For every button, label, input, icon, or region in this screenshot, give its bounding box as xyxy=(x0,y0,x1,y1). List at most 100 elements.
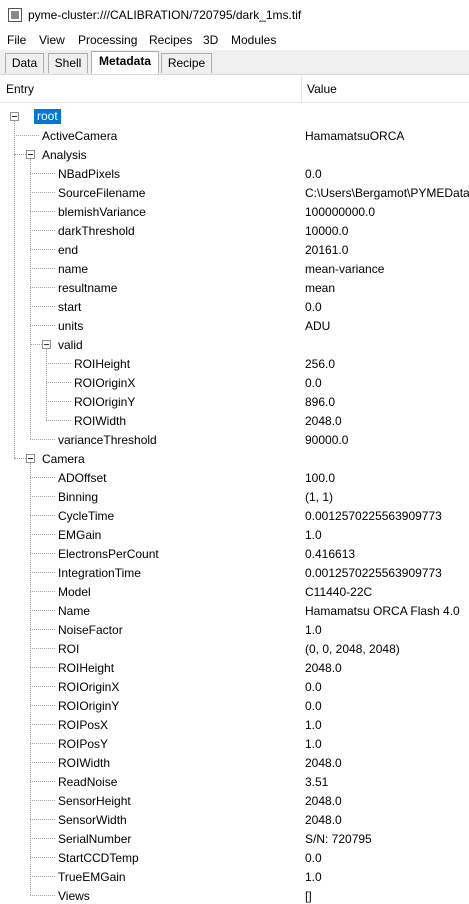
tree-connector xyxy=(30,496,55,497)
value-label: 0.416613 xyxy=(305,547,356,561)
tree-row-trueemgain[interactable]: TrueEMGain 1.0 xyxy=(0,867,469,886)
tree-row-roiwidth[interactable]: ROIWidth 2048.0 xyxy=(0,753,469,772)
entry-label: units xyxy=(58,319,84,333)
tree-row-adoffset[interactable]: ADOffset 100.0 xyxy=(0,468,469,487)
value-label: 2048.0 xyxy=(305,661,342,675)
tree-row-model[interactable]: Model C11440-22C xyxy=(0,582,469,601)
collapse-icon[interactable] xyxy=(26,150,35,159)
collapse-icon[interactable] xyxy=(26,454,35,463)
value-label: 896.0 xyxy=(305,395,336,409)
tree-connector xyxy=(30,249,55,250)
value-label: 0.0 xyxy=(305,699,322,713)
entry-label: EMGain xyxy=(58,528,102,542)
tree-row-roiposy[interactable]: ROIPosY 1.0 xyxy=(0,734,469,753)
tree-connector xyxy=(30,439,55,440)
collapse-icon[interactable] xyxy=(42,340,51,349)
column-header-entry[interactable]: Entry xyxy=(6,82,34,96)
tree-connector xyxy=(30,477,55,478)
tree-row-name[interactable]: name mean-variance xyxy=(0,259,469,278)
metadata-tree[interactable]: root ActiveCamera HamamatsuORCA Analysis NBa… xyxy=(0,106,469,904)
value-label: 1.0 xyxy=(305,718,322,732)
entry-label: name xyxy=(58,262,89,276)
tree-row-valid[interactable]: valid xyxy=(0,335,469,354)
tree-row-sourcefilename[interactable]: SourceFilename C:\Users\Bergamot\PYMEData… xyxy=(0,183,469,202)
tab-data[interactable]: Data xyxy=(5,53,44,73)
tree-row-noisefactor[interactable]: NoiseFactor 1.0 xyxy=(0,620,469,639)
menu-modules[interactable]: Modules xyxy=(231,33,276,47)
entry-label: start xyxy=(58,300,82,314)
entry-label: ROIPosY xyxy=(58,737,109,751)
tree-row-analysis[interactable]: Analysis xyxy=(0,145,469,164)
tree-row-roi[interactable]: ROI (0, 0, 2048, 2048) xyxy=(0,639,469,658)
value-label: 100000000.0 xyxy=(305,205,376,219)
tab-recipe[interactable]: Recipe xyxy=(161,53,212,73)
tree-connector xyxy=(30,306,55,307)
entry-label: SerialNumber xyxy=(58,832,132,846)
menu-3d[interactable]: 3D xyxy=(203,33,218,47)
value-label: 1.0 xyxy=(305,623,322,637)
entry-label: IntegrationTime xyxy=(58,566,141,580)
entry-label: blemishVariance xyxy=(58,205,146,219)
value-label: 1.0 xyxy=(305,870,322,884)
menu-file[interactable]: File xyxy=(7,33,26,47)
tree-row-darkthreshold[interactable]: darkThreshold 10000.0 xyxy=(0,221,469,240)
tree-connector xyxy=(30,819,55,820)
value-label: C:\Users\Bergamot\PYMEData\ xyxy=(305,186,469,200)
tree-row-startccdtemp[interactable]: StartCCDTemp 0.0 xyxy=(0,848,469,867)
tree-row-views[interactable]: Views [] xyxy=(0,886,469,904)
tree-row-cycletime[interactable]: CycleTime 0.0012570225563909773 xyxy=(0,506,469,525)
value-label: [] xyxy=(305,889,312,903)
menu-processing[interactable]: Processing xyxy=(78,33,137,47)
tree-row-nbadpixels[interactable]: NBadPixels 0.0 xyxy=(0,164,469,183)
tree-row-roiposx[interactable]: ROIPosX 1.0 xyxy=(0,715,469,734)
tree-row-variancethreshold[interactable]: varianceThreshold 90000.0 xyxy=(0,430,469,449)
value-label: 100.0 xyxy=(305,471,336,485)
menu-view[interactable]: View xyxy=(39,33,65,47)
tree-row-units[interactable]: units ADU xyxy=(0,316,469,335)
tree-row-integrationtime[interactable]: IntegrationTime 0.0012570225563909773 xyxy=(0,563,469,582)
value-label: 2048.0 xyxy=(305,414,342,428)
tree-row-name[interactable]: Name Hamamatsu ORCA Flash 4.0 xyxy=(0,601,469,620)
tree-connector xyxy=(14,458,26,459)
column-divider[interactable] xyxy=(301,76,302,102)
value-label: S/N: 720795 xyxy=(305,832,372,846)
tree-connector xyxy=(30,211,55,212)
entry-label: ROIOriginX xyxy=(74,376,136,390)
tree-connector xyxy=(30,268,55,269)
tree-row-roioriginx[interactable]: ROIOriginX 0.0 xyxy=(0,677,469,696)
entry-label: Binning xyxy=(58,490,99,504)
tree-connector xyxy=(14,121,15,458)
value-label: 0.0 xyxy=(305,851,322,865)
tree-row-sensorheight[interactable]: SensorHeight 2048.0 xyxy=(0,791,469,810)
tree-row-sensorwidth[interactable]: SensorWidth 2048.0 xyxy=(0,810,469,829)
tree-row-roiheight[interactable]: ROIHeight 2048.0 xyxy=(0,658,469,677)
menu-bar: File View Processing Recipes 3D Modules xyxy=(0,30,469,50)
column-header-value[interactable]: Value xyxy=(307,82,337,96)
value-label: 2048.0 xyxy=(305,813,342,827)
tab-shell[interactable]: Shell xyxy=(48,53,88,73)
tree-row-activecamera[interactable]: ActiveCamera HamamatsuORCA xyxy=(0,126,469,145)
tree-row-end[interactable]: end 20161.0 xyxy=(0,240,469,259)
tree-row-resultname[interactable]: resultname mean xyxy=(0,278,469,297)
tree-row-emgain[interactable]: EMGain 1.0 xyxy=(0,525,469,544)
tree-row-root[interactable]: root xyxy=(0,107,469,126)
tree-row-serialnumber[interactable]: SerialNumber S/N: 720795 xyxy=(0,829,469,848)
tree-row-blemishvariance[interactable]: blemishVariance 100000000.0 xyxy=(0,202,469,221)
menu-recipes[interactable]: Recipes xyxy=(149,33,192,47)
tree-row-binning[interactable]: Binning (1, 1) xyxy=(0,487,469,506)
value-label: 0.0 xyxy=(305,300,322,314)
entry-label: TrueEMGain xyxy=(58,870,126,884)
tree-row-roioriginy[interactable]: ROIOriginY 0.0 xyxy=(0,696,469,715)
collapse-icon[interactable] xyxy=(10,112,19,121)
tree-row-camera[interactable]: Camera xyxy=(0,449,469,468)
tree-row-readnoise[interactable]: ReadNoise 3.51 xyxy=(0,772,469,791)
tree-connector xyxy=(30,610,55,611)
tab-metadata[interactable]: Metadata xyxy=(91,51,159,74)
tree-row-electronspercount[interactable]: ElectronsPerCount 0.416613 xyxy=(0,544,469,563)
entry-label: root xyxy=(34,109,61,124)
tree-row-start[interactable]: start 0.0 xyxy=(0,297,469,316)
tree-connector xyxy=(46,420,71,421)
value-label: 0.0 xyxy=(305,680,322,694)
entry-label: ROIOriginY xyxy=(58,699,120,713)
value-label: HamamatsuORCA xyxy=(305,129,405,143)
